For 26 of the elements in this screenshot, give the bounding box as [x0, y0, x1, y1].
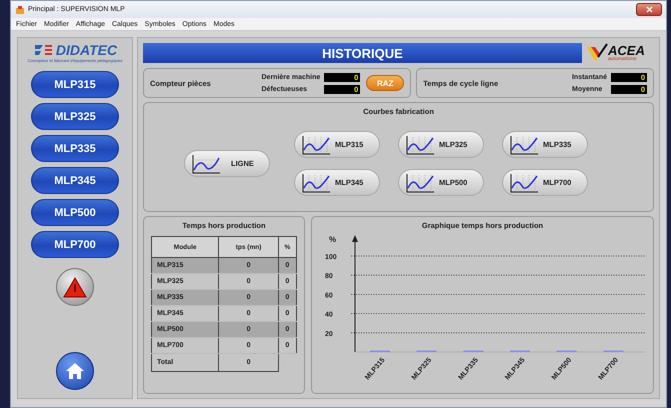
brand-name: ACEA	[608, 44, 645, 57]
page-title: HISTORIQUE	[143, 43, 582, 63]
line-chart-icon	[405, 172, 435, 192]
axis-label: %	[328, 235, 336, 244]
app-icon	[15, 4, 25, 14]
line-chart-icon	[301, 134, 331, 154]
warning-icon	[63, 276, 87, 298]
logo-text: DIDATEC	[56, 42, 118, 58]
line-chart-icon	[509, 172, 539, 192]
line-chart-icon	[509, 134, 539, 154]
line-chart-icon	[301, 172, 331, 192]
brand-logo-icon	[586, 43, 608, 63]
machine-button[interactable]: MLP500	[31, 199, 119, 226]
machine-button[interactable]: MLP315	[31, 71, 119, 98]
close-button[interactable]	[636, 3, 662, 16]
machine-button[interactable]: MLP335	[31, 135, 119, 162]
machine-button[interactable]: MLP700	[31, 231, 119, 258]
home-icon	[65, 362, 85, 380]
machine-button[interactable]: MLP345	[31, 167, 119, 194]
machine-button[interactable]: MLP325	[31, 103, 119, 130]
close-icon	[646, 6, 652, 13]
home-button[interactable]	[56, 352, 94, 390]
logo-icon	[32, 43, 53, 57]
line-chart-icon	[191, 154, 221, 174]
alarm-button[interactable]	[56, 268, 94, 306]
line-chart-icon	[405, 134, 435, 154]
